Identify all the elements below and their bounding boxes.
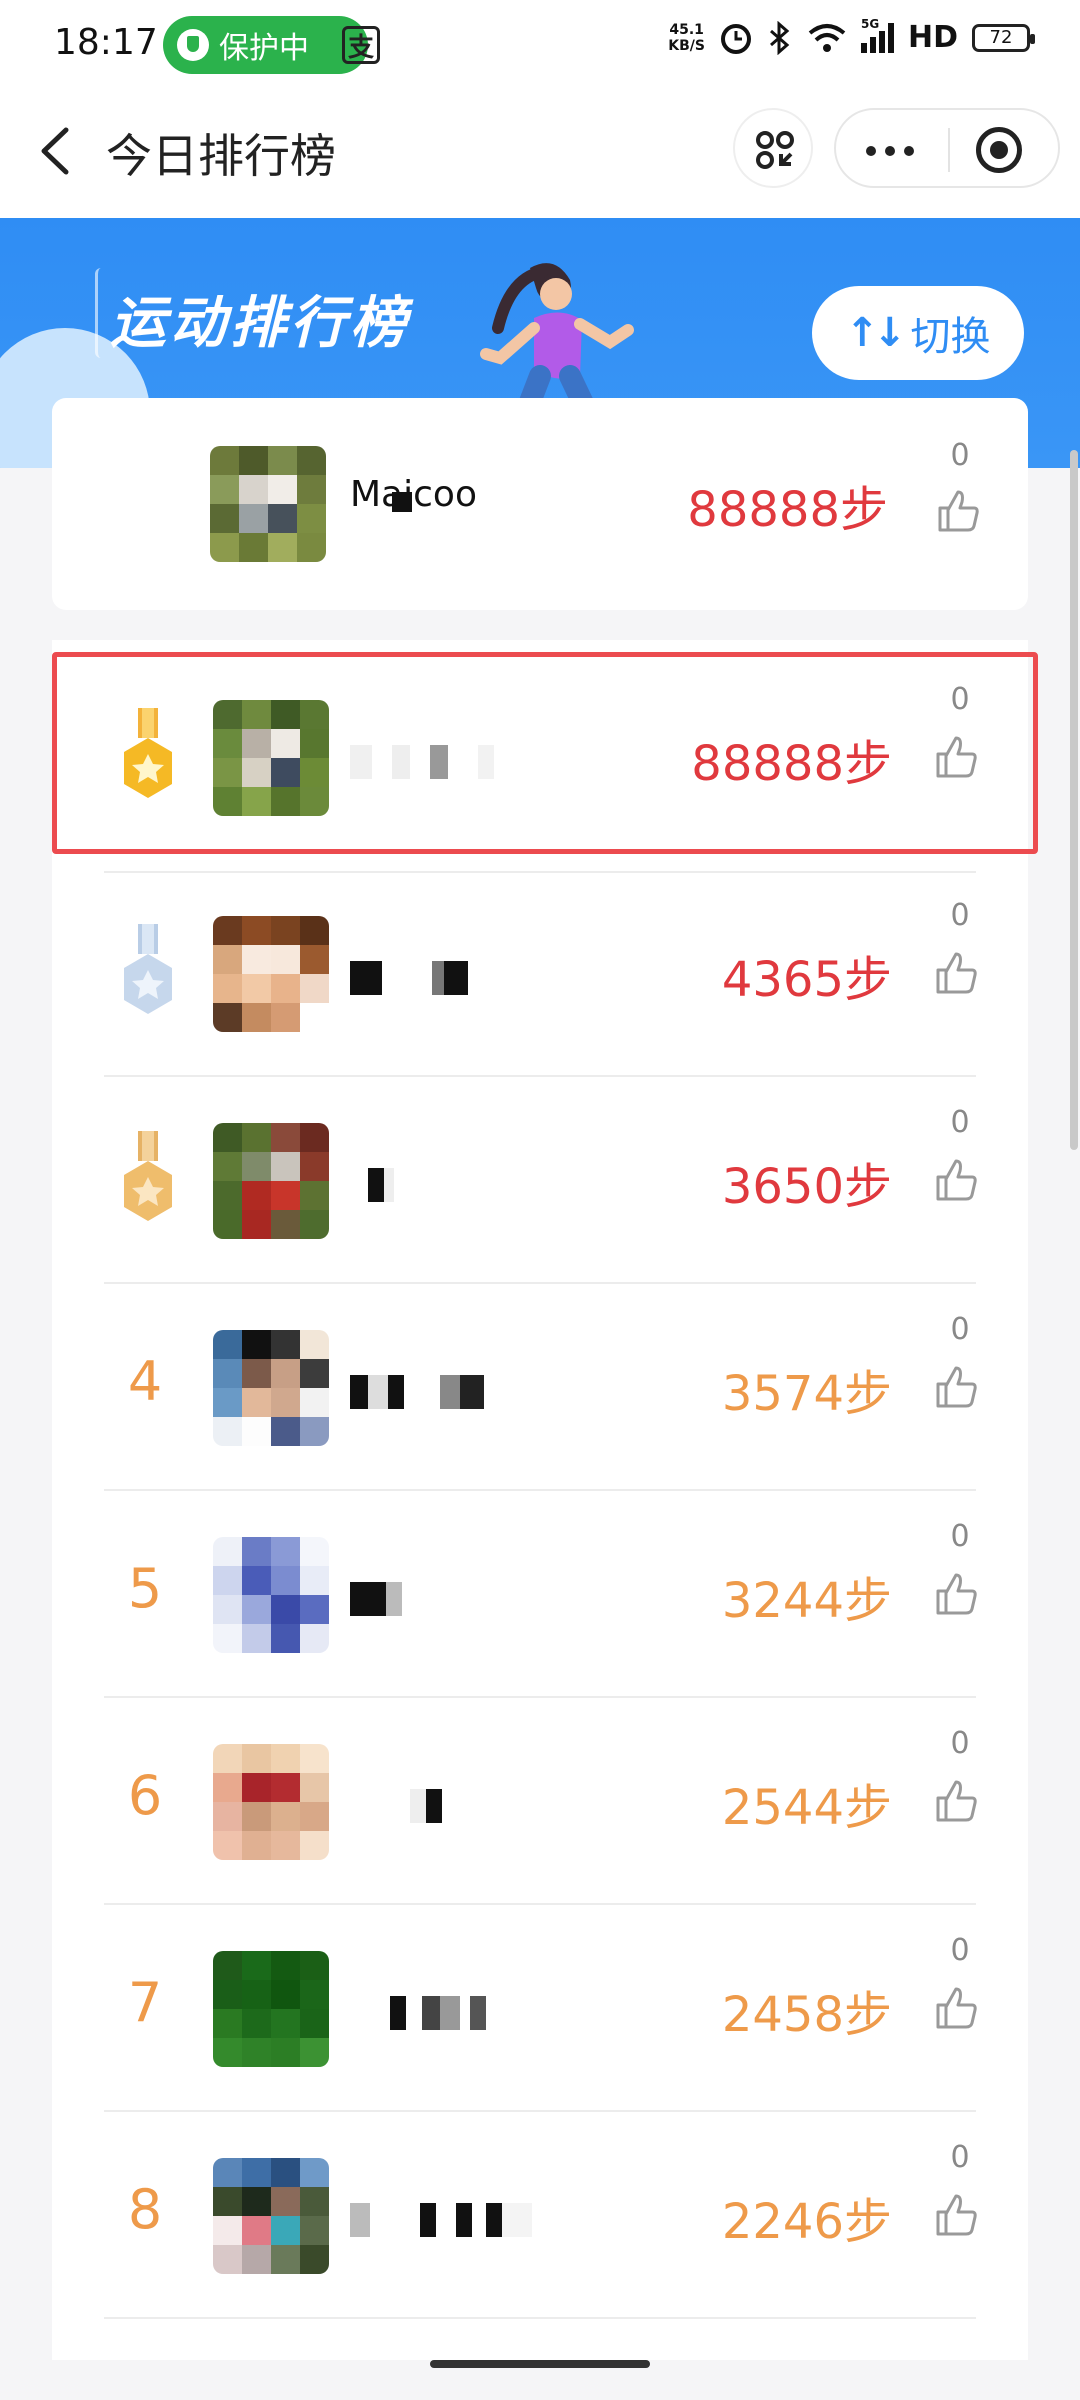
sort-arrows-icon: ↑↓ bbox=[845, 310, 906, 356]
like-count: 0 bbox=[950, 1933, 970, 1968]
like-count: 0 bbox=[950, 898, 970, 933]
bluetooth-icon bbox=[769, 20, 790, 55]
alarm-icon bbox=[720, 23, 751, 54]
thumbs-up-icon[interactable] bbox=[934, 2192, 980, 2238]
protection-badge: 保护中 bbox=[163, 16, 368, 74]
row-divider bbox=[104, 2317, 976, 2319]
back-arrow-icon[interactable] bbox=[36, 126, 76, 176]
avatar[interactable] bbox=[213, 1123, 329, 1239]
net-speed-value: 45.1 bbox=[669, 21, 704, 38]
like-count: 0 bbox=[950, 1519, 970, 1554]
alipay-icon bbox=[342, 26, 380, 64]
rank-number: 6 bbox=[127, 1764, 163, 1827]
avatar[interactable] bbox=[213, 916, 329, 1032]
my-entry-card: Maicoo 88888步 0 bbox=[52, 398, 1028, 610]
close-target-icon[interactable] bbox=[976, 127, 1022, 173]
scrollbar[interactable] bbox=[1070, 450, 1078, 1150]
avatar[interactable] bbox=[213, 2158, 329, 2274]
scan-button[interactable] bbox=[733, 108, 813, 188]
bronze-medal-icon bbox=[124, 1131, 172, 1221]
thumbs-up-icon[interactable] bbox=[934, 1364, 980, 1410]
more-icon[interactable] bbox=[866, 146, 914, 156]
net-speed-unit: KB/S bbox=[668, 37, 705, 54]
rank-number: 5 bbox=[127, 1557, 163, 1620]
like-count: 0 bbox=[950, 1726, 970, 1761]
battery-icon: 72 bbox=[972, 23, 1035, 52]
thumbs-up-icon[interactable] bbox=[934, 1778, 980, 1824]
thumbs-up-icon[interactable] bbox=[934, 1157, 980, 1203]
name-mask bbox=[350, 1374, 484, 1410]
name-mask bbox=[350, 2202, 532, 2238]
capsule-divider bbox=[948, 128, 950, 172]
scan-icon bbox=[756, 131, 794, 169]
thumbs-up-icon[interactable] bbox=[934, 1571, 980, 1617]
steps-value: 3574步 bbox=[721, 1366, 892, 1422]
page-title: 今日排行榜 bbox=[106, 129, 336, 183]
wifi-icon bbox=[808, 23, 846, 52]
avatar[interactable] bbox=[213, 1744, 329, 1860]
avatar[interactable] bbox=[210, 446, 326, 562]
rank-number: 8 bbox=[127, 2178, 163, 2241]
name-mask bbox=[350, 1581, 402, 1617]
steps-value: 2544步 bbox=[721, 1780, 892, 1836]
home-indicator[interactable] bbox=[430, 2360, 650, 2368]
my-name: Maicoo bbox=[350, 474, 477, 508]
my-like-count: 0 bbox=[950, 438, 970, 473]
name-mask bbox=[392, 492, 412, 512]
status-bar: 18:17 保护中 45.1 KB/S 5G HD 72 bbox=[0, 0, 1080, 92]
switch-label: 切换 bbox=[910, 314, 991, 360]
steps-value: 3650步 bbox=[721, 1159, 892, 1215]
name-mask bbox=[350, 960, 468, 996]
list-item[interactable]: 8 2246步 0 bbox=[0, 2112, 1080, 2319]
miniprogram-capsule bbox=[834, 108, 1060, 188]
list-item[interactable]: 4365步 0 bbox=[0, 870, 1080, 1077]
like-count: 0 bbox=[950, 1105, 970, 1140]
avatar[interactable] bbox=[213, 1951, 329, 2067]
hd-indicator: HD bbox=[907, 20, 958, 55]
thumbs-up-icon[interactable] bbox=[934, 1985, 980, 2031]
my-steps: 88888步 bbox=[687, 482, 888, 538]
status-time: 18:17 bbox=[54, 22, 158, 63]
steps-value: 4365步 bbox=[721, 952, 892, 1008]
network-type: 5G bbox=[860, 16, 880, 31]
thumbs-up-icon[interactable] bbox=[936, 488, 982, 534]
shield-icon bbox=[177, 29, 209, 61]
steps-value: 2458步 bbox=[721, 1987, 892, 2043]
protection-label: 保护中 bbox=[219, 31, 309, 66]
thumbs-up-icon[interactable] bbox=[934, 950, 980, 996]
avatar[interactable] bbox=[213, 1537, 329, 1653]
list-item[interactable]: 4 3574步 0 bbox=[0, 1284, 1080, 1491]
rank-number: 4 bbox=[127, 1350, 163, 1413]
name-mask bbox=[350, 1788, 442, 1824]
steps-value: 2246步 bbox=[721, 2194, 892, 2250]
list-item[interactable]: 5 3244步 0 bbox=[0, 1491, 1080, 1698]
like-count: 0 bbox=[950, 2140, 970, 2175]
avatar[interactable] bbox=[213, 1330, 329, 1446]
list-item[interactable]: 3650步 0 bbox=[0, 1077, 1080, 1284]
name-mask bbox=[350, 1167, 394, 1203]
name-mask bbox=[350, 1995, 486, 2031]
rank-number: 7 bbox=[127, 1971, 163, 2034]
switch-button[interactable]: ↑↓ 切换 bbox=[812, 286, 1024, 380]
net-speed: 45.1 KB/S bbox=[668, 22, 705, 54]
steps-value: 3244步 bbox=[721, 1573, 892, 1629]
highlight-box bbox=[52, 652, 1038, 854]
list-item[interactable]: 7 2458步 0 bbox=[0, 1905, 1080, 2112]
cellular-signal: 5G bbox=[860, 17, 894, 53]
list-item[interactable]: 6 2544步 0 bbox=[0, 1698, 1080, 1905]
status-icons: 45.1 KB/S 5G HD 72 bbox=[668, 17, 1035, 55]
like-count: 0 bbox=[950, 1312, 970, 1347]
silver-medal-icon bbox=[124, 924, 172, 1014]
banner-title: 运动排行榜 bbox=[110, 291, 410, 356]
nav-bar: 今日排行榜 bbox=[0, 92, 1080, 218]
